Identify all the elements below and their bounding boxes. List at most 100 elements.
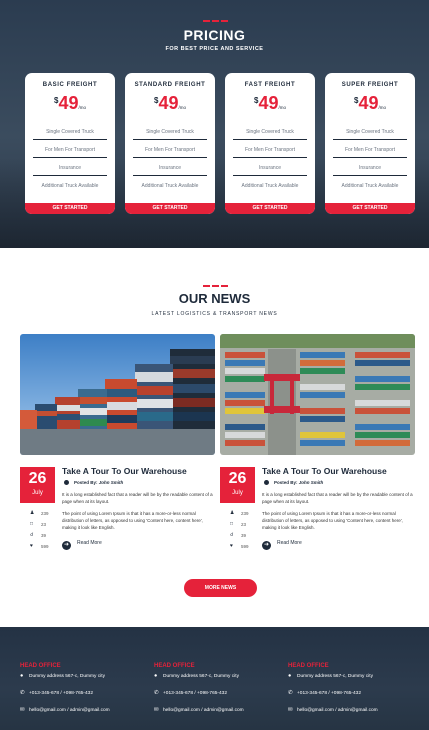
title-accent-dash xyxy=(221,20,228,22)
price-period: /mo xyxy=(78,105,86,110)
mail-icon: ✉ xyxy=(154,707,159,713)
post-author: John Smith xyxy=(98,480,124,485)
office-heading: HEAD OFFICE xyxy=(20,663,61,669)
comment-icon: □ xyxy=(230,521,234,527)
pricing-card-standard: STANDARD FREIGHT $49/mo Single Covered T… xyxy=(125,73,215,214)
pricing-title: PRICING xyxy=(183,27,246,43)
stat-value: 599 xyxy=(241,544,249,549)
office-address: ● Dummy address 567-c, Dummy city xyxy=(288,673,418,686)
plan-feature: Single Covered Truck xyxy=(233,125,307,140)
plan-feature: Single Covered Truck xyxy=(133,125,207,140)
footer: HEAD OFFICE ● Dummy address 567-c, Dummy … xyxy=(0,627,429,730)
stat-shares: ☌ 39 xyxy=(230,532,260,543)
news-post: 26 July Take A Tour To Our Warehouse Pos… xyxy=(20,334,215,550)
price-amount: 49 xyxy=(158,93,179,113)
phone-icon: ✆ xyxy=(20,690,25,696)
plan-feature: Insurance xyxy=(133,161,207,176)
plan-name: STANDARD FREIGHT xyxy=(134,82,206,88)
phone-text: +013-345-678 / +098-765-432 xyxy=(297,691,362,696)
post-author-line: Posted By: John Smith xyxy=(64,480,123,485)
office-email[interactable]: ✉ hello@gmail.com / admin@gmail.com xyxy=(154,707,284,720)
plan-price: $49/mo xyxy=(225,93,315,114)
share-icon: ☌ xyxy=(230,532,234,538)
mail-icon: ✉ xyxy=(288,707,293,713)
office-phone[interactable]: ✆ +013-345-678 / +098-765-432 xyxy=(154,690,284,703)
post-date-day: 26 xyxy=(28,470,47,487)
user-icon: ♟ xyxy=(230,510,235,516)
stat-comments: □ 23 xyxy=(230,521,260,532)
container-yard-image xyxy=(220,334,415,455)
plan-feature: Single Covered Truck xyxy=(33,125,107,140)
footer-office-column: HEAD OFFICE ● Dummy address 567-c, Dummy … xyxy=(154,663,284,720)
post-image[interactable] xyxy=(220,334,415,455)
plan-price: $49/mo xyxy=(325,93,415,114)
stat-shares: ☌ 39 xyxy=(30,532,60,543)
posted-by-label: Posted By: xyxy=(274,480,298,485)
plan-feature: Insurance xyxy=(33,161,107,176)
price-period: /mo xyxy=(378,105,386,110)
post-stats: ♟ 239 □ 23 ☌ 39 ♥ 599 xyxy=(30,510,60,554)
pricing-card-fast: FAST FREIGHT $49/mo Single Covered Truck… xyxy=(225,73,315,214)
plan-feature: For Men For Transport xyxy=(333,143,407,158)
get-started-button[interactable]: GET STARTED xyxy=(125,203,215,214)
address-text: Dummy address 567-c, Dummy city xyxy=(29,674,105,679)
location-pin-icon: ● xyxy=(154,673,158,679)
office-heading: HEAD OFFICE xyxy=(154,663,195,669)
pricing-card-super: SUPER FREIGHT $49/mo Single Covered Truc… xyxy=(325,73,415,214)
post-date-month: July xyxy=(32,490,43,496)
office-phone[interactable]: ✆ +013-345-678 / +098-765-432 xyxy=(288,690,418,703)
title-accent-dash xyxy=(203,20,210,22)
news-accent-dash xyxy=(221,285,228,287)
price-amount: 49 xyxy=(258,93,279,113)
author-bullet-icon xyxy=(264,480,269,485)
office-phone[interactable]: ✆ +013-345-678 / +098-765-432 xyxy=(20,690,150,703)
price-amount: 49 xyxy=(358,93,379,113)
phone-text: +013-345-678 / +098-765-432 xyxy=(29,691,94,696)
location-pin-icon: ● xyxy=(288,673,292,679)
plan-feature: Single Covered Truck xyxy=(333,125,407,140)
stat-value: 239 xyxy=(41,511,49,516)
get-started-button[interactable]: GET STARTED xyxy=(25,203,115,214)
price-currency: $ xyxy=(254,96,259,105)
news-post: 26 July Take A Tour To Our Warehouse Pos… xyxy=(220,334,415,550)
stat-value: 39 xyxy=(241,533,247,538)
plan-feature: For Men For Transport xyxy=(33,143,107,158)
post-date-month: July xyxy=(232,490,243,496)
plan-name: FAST FREIGHT xyxy=(244,82,296,88)
arrow-right-icon: ➜ xyxy=(262,541,271,550)
address-text: Dummy address 567-c, Dummy city xyxy=(297,674,373,679)
pricing-section: PRICING FOR BEST PRICE AND SERVICE BASIC… xyxy=(0,0,429,248)
office-heading: HEAD OFFICE xyxy=(288,663,329,669)
email-text: hello@gmail.com / admin@gmail.com xyxy=(163,708,244,713)
post-date-badge: 26 July xyxy=(20,467,55,503)
get-started-button[interactable]: GET STARTED xyxy=(325,203,415,214)
plan-feature: Additional Truck Available xyxy=(341,183,399,189)
plan-feature: Additional Truck Available xyxy=(141,183,199,189)
more-news-button[interactable]: MORE NEWS xyxy=(184,579,257,597)
post-image[interactable] xyxy=(20,334,215,455)
plan-feature: Additional Truck Available xyxy=(241,183,299,189)
footer-office-column: HEAD OFFICE ● Dummy address 567-c, Dummy … xyxy=(20,663,150,720)
post-title[interactable]: Take A Tour To Our Warehouse xyxy=(262,466,387,476)
stat-value: 599 xyxy=(41,544,49,549)
price-currency: $ xyxy=(154,96,159,105)
stat-value: 23 xyxy=(41,522,47,527)
get-started-button[interactable]: GET STARTED xyxy=(225,203,315,214)
stat-likes: ♥ 599 xyxy=(30,543,60,554)
post-stats: ♟ 239 □ 23 ☌ 39 ♥ 599 xyxy=(230,510,260,554)
stat-comments: □ 23 xyxy=(30,521,60,532)
read-more-label: Read More xyxy=(277,540,302,546)
plan-price: $49/mo xyxy=(125,93,215,114)
stat-likes: ♥ 599 xyxy=(230,543,260,554)
title-accent-dash xyxy=(212,20,219,22)
post-title[interactable]: Take A Tour To Our Warehouse xyxy=(62,466,187,476)
post-excerpt-extended: The point of using Lorem Ipsum is that i… xyxy=(262,511,403,530)
read-more-link[interactable]: ➜ Read More xyxy=(62,540,102,550)
office-email[interactable]: ✉ hello@gmail.com / admin@gmail.com xyxy=(20,707,150,720)
office-email[interactable]: ✉ hello@gmail.com / admin@gmail.com xyxy=(288,707,418,720)
office-address: ● Dummy address 567-c, Dummy city xyxy=(20,673,150,686)
author-bullet-icon xyxy=(64,480,69,485)
read-more-link[interactable]: ➜ Read More xyxy=(262,540,302,550)
plan-price: $49/mo xyxy=(25,93,115,114)
price-currency: $ xyxy=(354,96,359,105)
